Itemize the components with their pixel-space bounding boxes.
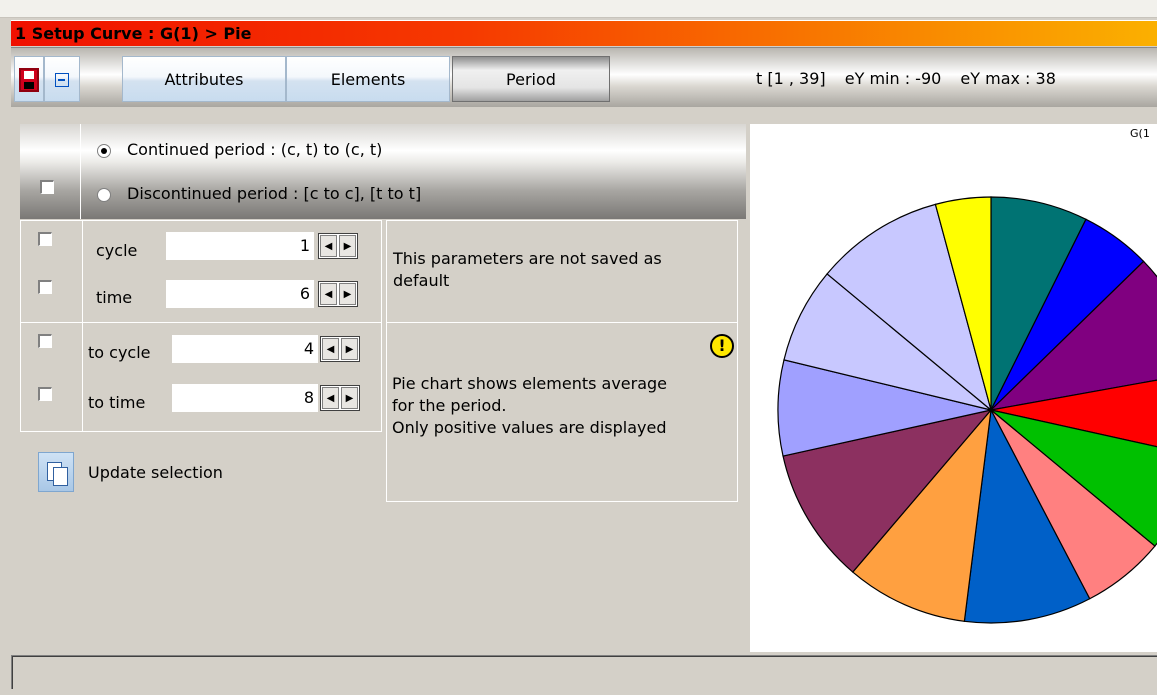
time-decrement-icon[interactable]: ◀ [320,283,337,305]
to-cycle-label: to cycle [88,343,151,362]
t-range: t [1 , 39] [756,69,826,88]
pie-note: Pie chart shows elements average for the… [392,373,667,439]
to-cycle-increment-icon[interactable]: ▶ [341,338,358,360]
time-input[interactable]: 6 [166,280,314,308]
time-checkbox[interactable] [38,280,52,294]
continued-period-label: Continued period : (c, t) to (c, t) [127,140,383,159]
collapse-button[interactable] [44,56,80,102]
warning-icon: ! [710,334,734,358]
save-icon [19,68,39,92]
not-saved-line-1: This parameters are not saved as [393,249,662,268]
pie-note-line-1: Pie chart shows elements average [392,374,668,393]
not-saved-line-2: default [393,271,450,290]
ey-max: eY max : 38 [960,69,1056,88]
to-time-checkbox[interactable] [38,387,52,401]
to-time-increment-icon[interactable]: ▶ [341,387,358,409]
to-time-label: to time [88,393,146,412]
discontinued-period-option[interactable]: Discontinued period : [c to c], [t to t] [97,180,421,208]
info-separator [386,322,738,323]
time-stepper[interactable]: ◀ ▶ [318,281,358,307]
to-cycle-checkbox[interactable] [38,334,52,348]
copy-icon [38,452,74,492]
params-separator [20,322,382,323]
to-time-input[interactable]: 8 [172,384,318,412]
to-cycle-stepper[interactable]: ◀ ▶ [320,336,360,362]
time-label: time [96,288,133,307]
continued-period-radio[interactable] [97,143,111,158]
pie-note-line-3: Only positive values are displayed [392,418,667,437]
window-title: 1 Setup Curve : G(1) > Pie [11,20,1157,46]
pie-note-line-2: for the period. [392,396,507,415]
tab-elements[interactable]: Elements [286,56,450,102]
period-type-checkbox[interactable] [40,180,54,194]
to-time-stepper[interactable]: ◀ ▶ [320,385,360,411]
collapse-icon [55,73,69,87]
update-selection-label: Update selection [88,462,223,482]
cycle-checkbox[interactable] [38,232,52,246]
tab-attributes[interactable]: Attributes [122,56,286,102]
not-saved-note: This parameters are not saved as default [393,248,662,292]
status-bar [11,655,1157,689]
pie-chart [777,196,1157,624]
chart-panel: G(1 [750,124,1157,652]
header-divider [80,124,81,219]
cycle-label: cycle [96,241,138,260]
to-cycle-input[interactable]: 4 [172,335,318,363]
cycle-input[interactable]: 1 [166,232,314,260]
cycle-increment-icon[interactable]: ▶ [339,235,356,257]
range-info: t [1 , 39] eY min : -90 eY max : 38 [756,56,1070,102]
window-top-edge [0,0,1157,18]
chart-title: G(1 [1130,127,1150,140]
ey-min: eY min : -90 [844,69,942,88]
cycle-decrement-icon[interactable]: ◀ [320,235,337,257]
discontinued-period-label: Discontinued period : [c to c], [t to t] [127,184,422,203]
to-cycle-decrement-icon[interactable]: ◀ [322,338,339,360]
time-increment-icon[interactable]: ▶ [339,283,356,305]
discontinued-period-radio[interactable] [97,187,111,202]
tab-period[interactable]: Period [452,56,610,102]
params-vertical-separator [82,220,83,432]
toolbar: Attributes Elements Period t [1 , 39] eY… [11,47,1157,107]
cycle-stepper[interactable]: ◀ ▶ [318,233,358,259]
period-type-header: Continued period : (c, t) to (c, t) Disc… [20,124,746,219]
save-button[interactable] [14,56,44,102]
continued-period-option[interactable]: Continued period : (c, t) to (c, t) [97,136,382,164]
to-time-decrement-icon[interactable]: ◀ [322,387,339,409]
update-selection-button[interactable]: Update selection [38,452,223,492]
